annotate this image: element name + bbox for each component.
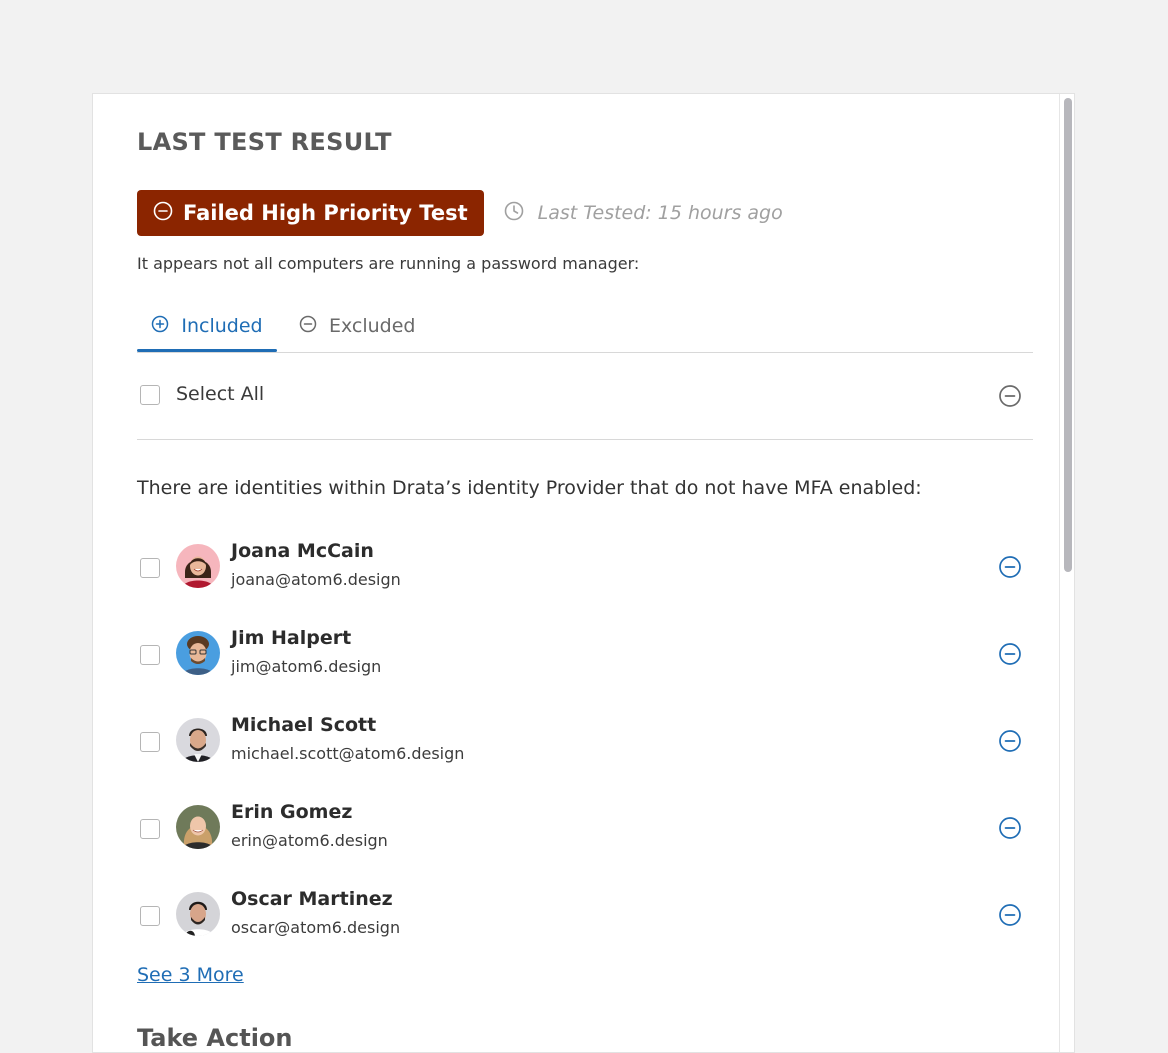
person-name: Michael Scott [231, 714, 377, 736]
section-title: LAST TEST RESULT [137, 128, 392, 156]
last-tested: Last Tested: 15 hours ago [504, 201, 783, 226]
exclude-minus-icon[interactable] [998, 642, 1022, 670]
failed-badge: Failed High Priority Test [137, 190, 484, 236]
person-name: Joana McCain [231, 540, 374, 562]
scrollbar-thumb[interactable] [1064, 98, 1072, 572]
minus-circle-icon [299, 315, 317, 338]
person-row: Erin Gomez erin@atom6.design [137, 801, 1033, 861]
mfa-message: There are identities within Drata’s iden… [137, 477, 922, 499]
plus-circle-icon [151, 315, 169, 338]
exclude-minus-icon[interactable] [998, 903, 1022, 931]
tab-included-label: Included [181, 315, 263, 337]
person-email: jim@atom6.design [231, 657, 382, 676]
tab-included[interactable]: Included [137, 302, 277, 352]
person-row: Oscar Martinez oscar@atom6.design [137, 888, 1033, 948]
clock-icon [504, 201, 524, 226]
minus-circle-icon [153, 201, 173, 226]
tab-excluded-label: Excluded [329, 315, 416, 337]
person-checkbox[interactable] [140, 645, 160, 665]
tab-bar: Included Excluded [137, 302, 1033, 353]
tab-excluded[interactable]: Excluded [299, 302, 416, 350]
person-email: erin@atom6.design [231, 831, 388, 850]
failed-badge-label: Failed High Priority Test [183, 201, 468, 225]
exclude-minus-icon[interactable] [998, 555, 1022, 583]
result-description: It appears not all computers are running… [137, 254, 640, 273]
person-name: Erin Gomez [231, 801, 353, 823]
avatar [176, 892, 220, 936]
scrollbar[interactable] [1059, 94, 1074, 1052]
last-tested-text: Last Tested: 15 hours ago [537, 202, 783, 224]
select-all-label: Select All [176, 383, 265, 405]
avatar [176, 544, 220, 588]
person-row: Michael Scott michael.scott@atom6.design [137, 714, 1033, 774]
see-more-link[interactable]: See 3 More [137, 964, 244, 986]
take-action-heading: Take Action [137, 1024, 293, 1052]
test-result-panel: LAST TEST RESULT Failed High Priority Te… [92, 93, 1075, 1053]
exclude-minus-icon[interactable] [998, 816, 1022, 844]
person-email: michael.scott@atom6.design [231, 744, 465, 763]
person-checkbox[interactable] [140, 732, 160, 752]
exclude-minus-icon[interactable] [998, 729, 1022, 757]
person-name: Oscar Martinez [231, 888, 393, 910]
select-all-checkbox[interactable] [140, 385, 160, 405]
avatar [176, 631, 220, 675]
select-all-row: Select All [137, 364, 1033, 440]
person-email: oscar@atom6.design [231, 918, 401, 937]
person-row: Joana McCain joana@atom6.design [137, 540, 1033, 600]
person-email: joana@atom6.design [231, 570, 401, 589]
status-row: Failed High Priority Test Last Tested: 1… [137, 190, 783, 236]
person-checkbox[interactable] [140, 819, 160, 839]
exclude-all-minus-icon[interactable] [998, 384, 1022, 412]
person-name: Jim Halpert [231, 627, 352, 649]
avatar [176, 805, 220, 849]
person-checkbox[interactable] [140, 906, 160, 926]
avatar [176, 718, 220, 762]
person-row: Jim Halpert jim@atom6.design [137, 627, 1033, 687]
person-checkbox[interactable] [140, 558, 160, 578]
